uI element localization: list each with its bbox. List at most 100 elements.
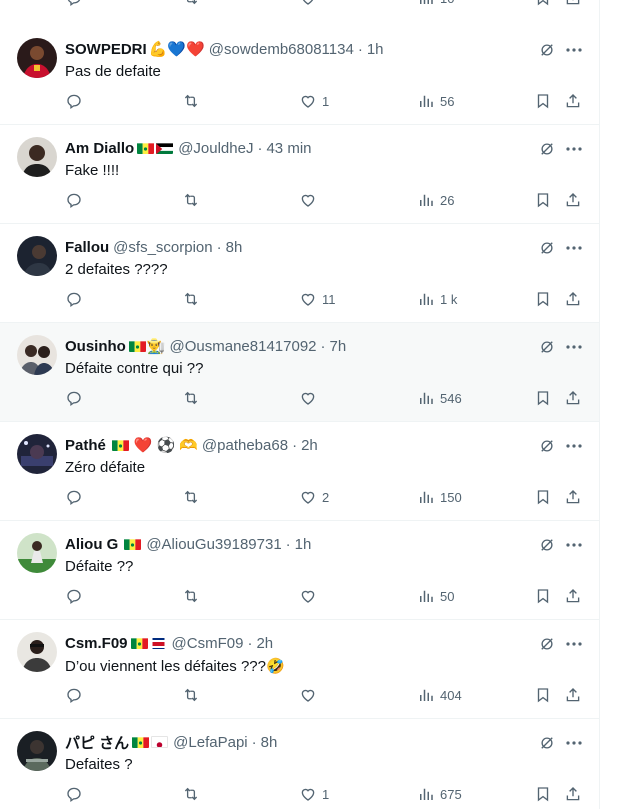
more-icon[interactable] bbox=[563, 40, 585, 60]
grok-icon[interactable] bbox=[538, 635, 556, 653]
like-button[interactable] bbox=[299, 0, 317, 9]
display-name[interactable]: SOWPEDRI bbox=[65, 41, 147, 58]
display-name[interactable]: Am Diallo bbox=[65, 140, 134, 157]
retweet-button[interactable] bbox=[182, 486, 205, 508]
avatar[interactable] bbox=[17, 434, 57, 474]
bookmark-button[interactable] bbox=[534, 288, 552, 310]
share-button[interactable] bbox=[564, 288, 582, 310]
timestamp[interactable]: 7h bbox=[330, 338, 347, 355]
grok-icon[interactable] bbox=[538, 239, 556, 257]
views-button[interactable]: 404 bbox=[417, 684, 462, 706]
views-button[interactable]: 546 bbox=[417, 387, 462, 409]
avatar[interactable] bbox=[17, 533, 57, 573]
user-handle[interactable]: @Ousmane81417092 bbox=[170, 338, 317, 355]
tweet[interactable]: パピ さん @LefaPapi · 8h Defaites ? 1 675 bbox=[0, 719, 599, 809]
user-handle[interactable]: @AliouGu39189731 bbox=[146, 536, 281, 553]
bookmark-button[interactable] bbox=[534, 585, 552, 607]
reply-button[interactable] bbox=[65, 387, 88, 409]
bookmark-button[interactable] bbox=[534, 189, 552, 211]
grok-icon[interactable] bbox=[538, 734, 556, 752]
display-name[interactable]: パピ さん bbox=[65, 732, 129, 753]
share-button[interactable] bbox=[564, 486, 582, 508]
display-name[interactable]: Fallou bbox=[65, 239, 109, 256]
like-button[interactable]: 2 bbox=[299, 486, 329, 508]
avatar[interactable] bbox=[17, 236, 57, 276]
share-button[interactable] bbox=[564, 0, 582, 9]
grok-icon[interactable] bbox=[538, 41, 556, 59]
display-name[interactable]: Csm.F09 bbox=[65, 635, 128, 652]
like-button[interactable] bbox=[299, 387, 322, 409]
timestamp[interactable]: 8h bbox=[226, 239, 243, 256]
share-button[interactable] bbox=[564, 585, 582, 607]
timestamp[interactable]: 2h bbox=[256, 635, 273, 652]
views-button[interactable]: 26 bbox=[417, 189, 454, 211]
more-icon[interactable] bbox=[563, 436, 585, 456]
reply-button[interactable] bbox=[65, 288, 88, 310]
user-handle[interactable]: @patheba68 bbox=[202, 437, 288, 454]
timestamp[interactable]: 8h bbox=[261, 734, 278, 751]
share-button[interactable] bbox=[564, 783, 582, 805]
share-button[interactable] bbox=[564, 189, 582, 211]
timestamp[interactable]: 2h bbox=[301, 437, 318, 454]
display-name[interactable]: Aliou G bbox=[65, 536, 118, 553]
views-button[interactable]: 1 k bbox=[417, 288, 457, 310]
timestamp[interactable]: 43 min bbox=[266, 140, 311, 157]
bookmark-button[interactable] bbox=[534, 387, 552, 409]
timestamp[interactable]: 1h bbox=[295, 536, 312, 553]
reply-button[interactable] bbox=[65, 585, 88, 607]
like-button[interactable] bbox=[299, 684, 322, 706]
avatar[interactable] bbox=[17, 38, 57, 78]
retweet-button[interactable] bbox=[182, 585, 205, 607]
user-handle[interactable]: @CsmF09 bbox=[172, 635, 244, 652]
grok-icon[interactable] bbox=[538, 536, 556, 554]
reply-button[interactable] bbox=[65, 783, 88, 805]
retweet-button[interactable] bbox=[182, 684, 205, 706]
user-handle[interactable]: @sfs_scorpion bbox=[113, 239, 212, 256]
bookmark-button[interactable] bbox=[534, 0, 552, 9]
user-handle[interactable]: @JouldheJ bbox=[178, 140, 253, 157]
tweet[interactable]: Am Diallo @JouldheJ · 43 min Fake !!!! 2… bbox=[0, 125, 599, 224]
reply-button[interactable] bbox=[65, 189, 88, 211]
reply-button[interactable] bbox=[65, 684, 88, 706]
views-button[interactable]: 56 bbox=[417, 90, 454, 112]
more-icon[interactable] bbox=[563, 535, 585, 555]
tweet[interactable]: Aliou G @AliouGu39189731 · 1h Défaite ??… bbox=[0, 521, 599, 620]
grok-icon[interactable] bbox=[538, 338, 556, 356]
bookmark-button[interactable] bbox=[534, 684, 552, 706]
timestamp[interactable]: 1h bbox=[367, 41, 384, 58]
avatar[interactable] bbox=[17, 731, 57, 771]
tweet[interactable]: Csm.F09 @CsmF09 · 2h D’ou viennent les d… bbox=[0, 620, 599, 719]
reply-button[interactable] bbox=[65, 90, 88, 112]
views-button[interactable]: 10 bbox=[417, 0, 454, 9]
avatar[interactable] bbox=[17, 632, 57, 672]
reply-button[interactable] bbox=[65, 0, 83, 9]
avatar[interactable] bbox=[17, 137, 57, 177]
share-button[interactable] bbox=[564, 90, 582, 112]
like-button[interactable]: 1 bbox=[299, 783, 329, 805]
reply-button[interactable] bbox=[65, 486, 88, 508]
like-button[interactable]: 1 bbox=[299, 90, 329, 112]
more-icon[interactable] bbox=[563, 337, 585, 357]
like-button[interactable] bbox=[299, 189, 322, 211]
user-handle[interactable]: @LefaPapi bbox=[173, 734, 247, 751]
grok-icon[interactable] bbox=[538, 437, 556, 455]
tweet[interactable]: Ousinho 👨‍🌾 @Ousmane81417092 · 7h Défait… bbox=[0, 323, 599, 422]
tweet[interactable]: Fallou @sfs_scorpion · 8h 2 defaites ???… bbox=[0, 224, 599, 323]
views-button[interactable]: 675 bbox=[417, 783, 462, 805]
avatar[interactable] bbox=[17, 335, 57, 375]
more-icon[interactable] bbox=[563, 733, 585, 753]
bookmark-button[interactable] bbox=[534, 783, 552, 805]
views-button[interactable]: 150 bbox=[417, 486, 462, 508]
user-handle[interactable]: @sowdemb68081134 bbox=[209, 41, 354, 58]
grok-icon[interactable] bbox=[538, 140, 556, 158]
share-button[interactable] bbox=[564, 387, 582, 409]
share-button[interactable] bbox=[564, 684, 582, 706]
bookmark-button[interactable] bbox=[534, 90, 552, 112]
retweet-button[interactable] bbox=[182, 90, 205, 112]
bookmark-button[interactable] bbox=[534, 486, 552, 508]
retweet-button[interactable] bbox=[182, 288, 205, 310]
display-name[interactable]: Pathé bbox=[65, 437, 106, 454]
tweet[interactable]: SOWPEDRI 💪 💙 ❤️ @sowdemb68081134 · 1h Pas … bbox=[0, 26, 599, 125]
retweet-button[interactable] bbox=[182, 189, 205, 211]
display-name[interactable]: Ousinho bbox=[65, 338, 126, 355]
